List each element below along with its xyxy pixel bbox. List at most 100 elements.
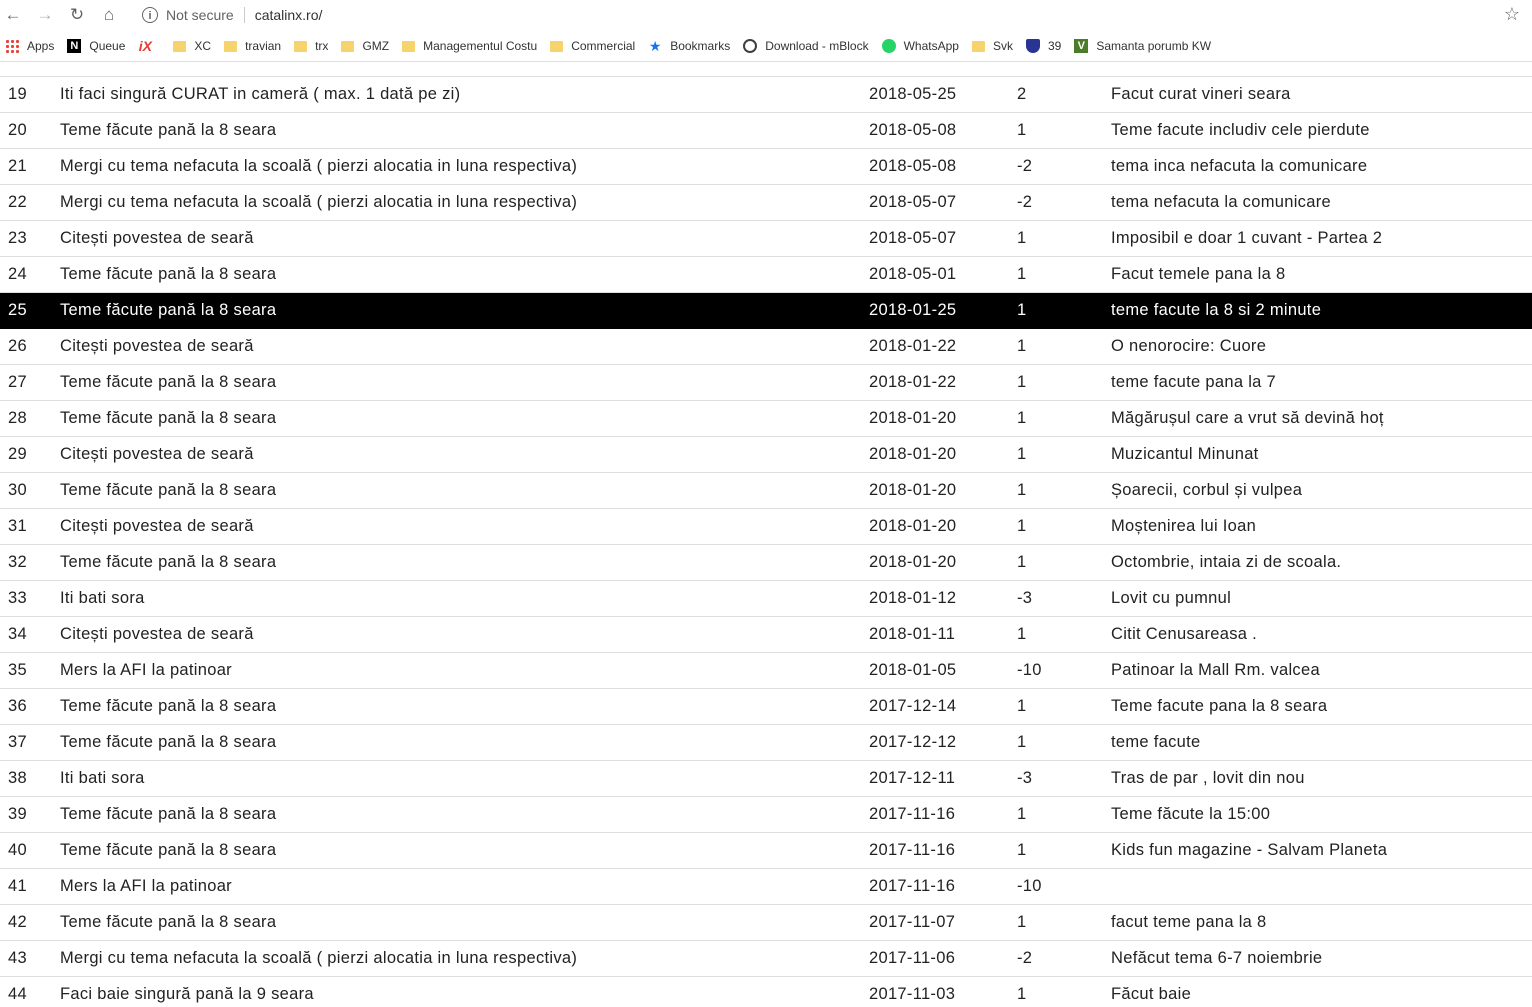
table-row[interactable]: 23 Citești povestea de seară 2018-05-07 1 Im… <box>0 221 1532 257</box>
table-row[interactable]: 26 Citești povestea de seară 2018-01-22 1 O … <box>0 329 1532 365</box>
row-id: 39 <box>8 805 27 823</box>
row-date: 2017-12-14 <box>869 697 957 715</box>
table-row[interactable]: 37 Teme făcute pană la 8 seara 2017-12-12 1… <box>0 725 1532 761</box>
row-date: 2018-01-20 <box>869 517 957 535</box>
table-row[interactable]: 28 Teme făcute pană la 8 seara 2018-01-20 1… <box>0 401 1532 437</box>
row-date: 2018-01-20 <box>869 409 957 427</box>
row-date: 2018-01-05 <box>869 661 957 679</box>
table-row[interactable]: 29 Citești povestea de seară 2018-01-20 1 Mu… <box>0 437 1532 473</box>
bookmark-label: Managementul Costu <box>423 38 538 53</box>
bookmark-star-icon[interactable]: ☆ <box>1504 4 1520 25</box>
globe-icon <box>743 38 758 53</box>
table-row[interactable]: 21 Mergi cu tema nefacuta la scoală ( pie… <box>0 149 1532 185</box>
bookmark-label: travian <box>245 38 282 53</box>
table-row[interactable]: 31 Citești povestea de seară 2018-01-20 1 Mo… <box>0 509 1532 545</box>
table-row[interactable]: 44 Faci baie singură pană la 9 seara 2017-… <box>0 977 1532 1007</box>
row-note: teme facute la 8 si 2 minute <box>1111 301 1322 319</box>
row-note: Patinoar la Mall Rm. valcea <box>1111 661 1320 679</box>
row-note: Lovit cu pumnul <box>1111 589 1232 607</box>
bookmark-item[interactable]: GMZ <box>341 39 389 53</box>
row-date: 2018-05-08 <box>869 157 957 175</box>
shield-icon <box>1025 38 1040 53</box>
bookmark-item[interactable]: Download - mBlock <box>743 38 869 53</box>
bookmark-item[interactable]: V Samanta porumb KW <box>1074 38 1212 53</box>
table-row[interactable]: 22 Mergi cu tema nefacuta la scoală ( pie… <box>0 185 1532 221</box>
table-top-partial-row <box>0 62 1532 77</box>
bookmark-item[interactable]: N Queue <box>67 38 125 53</box>
bookmark-label: Samanta porumb KW <box>1096 38 1212 53</box>
bookmark-item[interactable]: XC <box>173 39 211 53</box>
row-date: 2018-01-11 <box>869 625 956 643</box>
bookmark-item[interactable]: Managementul Costu <box>402 39 537 53</box>
table-row[interactable]: 36 Teme făcute pană la 8 seara 2017-12-14 1… <box>0 689 1532 725</box>
row-id: 27 <box>8 373 27 391</box>
row-date: 2018-05-01 <box>869 265 957 283</box>
row-points: 1 <box>1017 409 1027 427</box>
table-row[interactable]: 33 Iti bati sora 2018-01-12 -3 Lovit cu pumn… <box>0 581 1532 617</box>
bookmark-label: Apps <box>27 38 55 53</box>
row-points: 1 <box>1017 121 1027 139</box>
home-icon[interactable]: ⌂ <box>98 4 120 26</box>
table-row[interactable]: 39 Teme făcute pană la 8 seara 2017-11-16 1… <box>0 797 1532 833</box>
row-points: 1 <box>1017 841 1027 859</box>
row-id: 36 <box>8 697 27 715</box>
row-date: 2018-01-20 <box>869 445 957 463</box>
bookmark-item[interactable]: ★ Bookmarks <box>648 39 730 53</box>
row-id: 32 <box>8 553 27 571</box>
row-note: Octombrie, intaia zi de scoala. <box>1111 553 1342 571</box>
info-icon[interactable]: i <box>142 7 158 23</box>
row-date: 2017-11-16 <box>869 877 956 895</box>
address-bar[interactable]: i Not secure catalinx.ro/ <box>132 2 1532 28</box>
bookmark-item[interactable]: trx <box>294 39 328 53</box>
reload-icon[interactable]: ↻ <box>66 4 88 26</box>
back-arrow-icon[interactable]: ← <box>2 4 24 26</box>
table-row[interactable]: 40 Teme făcute pană la 8 seara 2017-11-16 1… <box>0 833 1532 869</box>
row-activity: Iti faci singură CURAT in cameră ( max. … <box>60 85 461 103</box>
bookmark-item[interactable]: WhatsApp <box>881 38 959 53</box>
row-date: 2017-11-06 <box>869 949 956 967</box>
row-points: 1 <box>1017 229 1027 247</box>
table-row[interactable]: 43 Mergi cu tema nefacuta la scoală ( pie… <box>0 941 1532 977</box>
forward-arrow-icon[interactable]: → <box>34 4 56 26</box>
row-date: 2018-01-12 <box>869 589 957 607</box>
row-id: 30 <box>8 481 27 499</box>
row-activity: Mers la AFI la patinoar <box>60 877 232 895</box>
row-activity: Mers la AFI la patinoar <box>60 661 232 679</box>
row-points: 1 <box>1017 517 1027 535</box>
table-row[interactable]: 19 Iti faci singură CURAT in cameră ( max… <box>0 77 1532 113</box>
table-row[interactable]: 30 Teme făcute pană la 8 seara 2018-01-20 1… <box>0 473 1532 509</box>
row-note: Nefăcut tema 6-7 noiembrie <box>1111 949 1323 967</box>
data-table: 19 Iti faci singură CURAT in cameră ( max… <box>0 62 1532 1007</box>
row-activity: Teme făcute pană la 8 seara <box>60 373 277 391</box>
row-activity: Mergi cu tema nefacuta la scoală ( pierz… <box>60 193 578 211</box>
row-id: 25 <box>8 301 27 319</box>
row-date: 2018-05-25 <box>869 85 957 103</box>
row-id: 35 <box>8 661 27 679</box>
bookmark-label: Commercial <box>571 38 636 53</box>
table-row[interactable]: 42 Teme făcute pană la 8 seara 2017-11-07 1… <box>0 905 1532 941</box>
table-row[interactable]: 27 Teme făcute pană la 8 seara 2018-01-22 1… <box>0 365 1532 401</box>
url-text[interactable]: catalinx.ro/ <box>255 7 323 23</box>
bookmark-item[interactable]: iX <box>138 39 160 53</box>
row-date: 2017-11-16 <box>869 841 956 859</box>
bookmark-item[interactable]: travian <box>224 39 281 53</box>
bookmark-item[interactable]: Svk <box>971 39 1013 53</box>
table-row[interactable]: 32 Teme făcute pană la 8 seara 2018-01-20 1… <box>0 545 1532 581</box>
bookmark-item[interactable]: Apps <box>5 38 55 53</box>
table-row[interactable]: 34 Citești povestea de seară 2018-01-11 1 Ci… <box>0 617 1532 653</box>
row-points: 1 <box>1017 733 1027 751</box>
row-id: 37 <box>8 733 27 751</box>
row-date: 2017-11-07 <box>869 913 956 931</box>
row-points: -2 <box>1017 949 1033 967</box>
table-row[interactable]: 24 Teme făcute pană la 8 seara 2018-05-01 1… <box>0 257 1532 293</box>
table-row[interactable]: 25 Teme făcute pană la 8 seara 2018-01-25 1… <box>0 293 1532 329</box>
table-row[interactable]: 41 Mers la AFI la patinoar 2017-11-16 -10 <box>0 869 1532 905</box>
bookmark-item[interactable]: Commercial <box>550 39 635 53</box>
row-note: Citit Cenusareasa . <box>1111 625 1258 643</box>
table-row[interactable]: 38 Iti bati sora 2017-12-11 -3 Tras de par ,… <box>0 761 1532 797</box>
folder-icon <box>341 40 355 52</box>
table-row[interactable]: 35 Mers la AFI la patinoar 2018-01-05 -10 Pa… <box>0 653 1532 689</box>
table-row[interactable]: 20 Teme făcute pană la 8 seara 2018-05-08 1… <box>0 113 1532 149</box>
bookmark-item[interactable]: 39 <box>1025 38 1061 53</box>
row-points: -3 <box>1017 769 1033 787</box>
